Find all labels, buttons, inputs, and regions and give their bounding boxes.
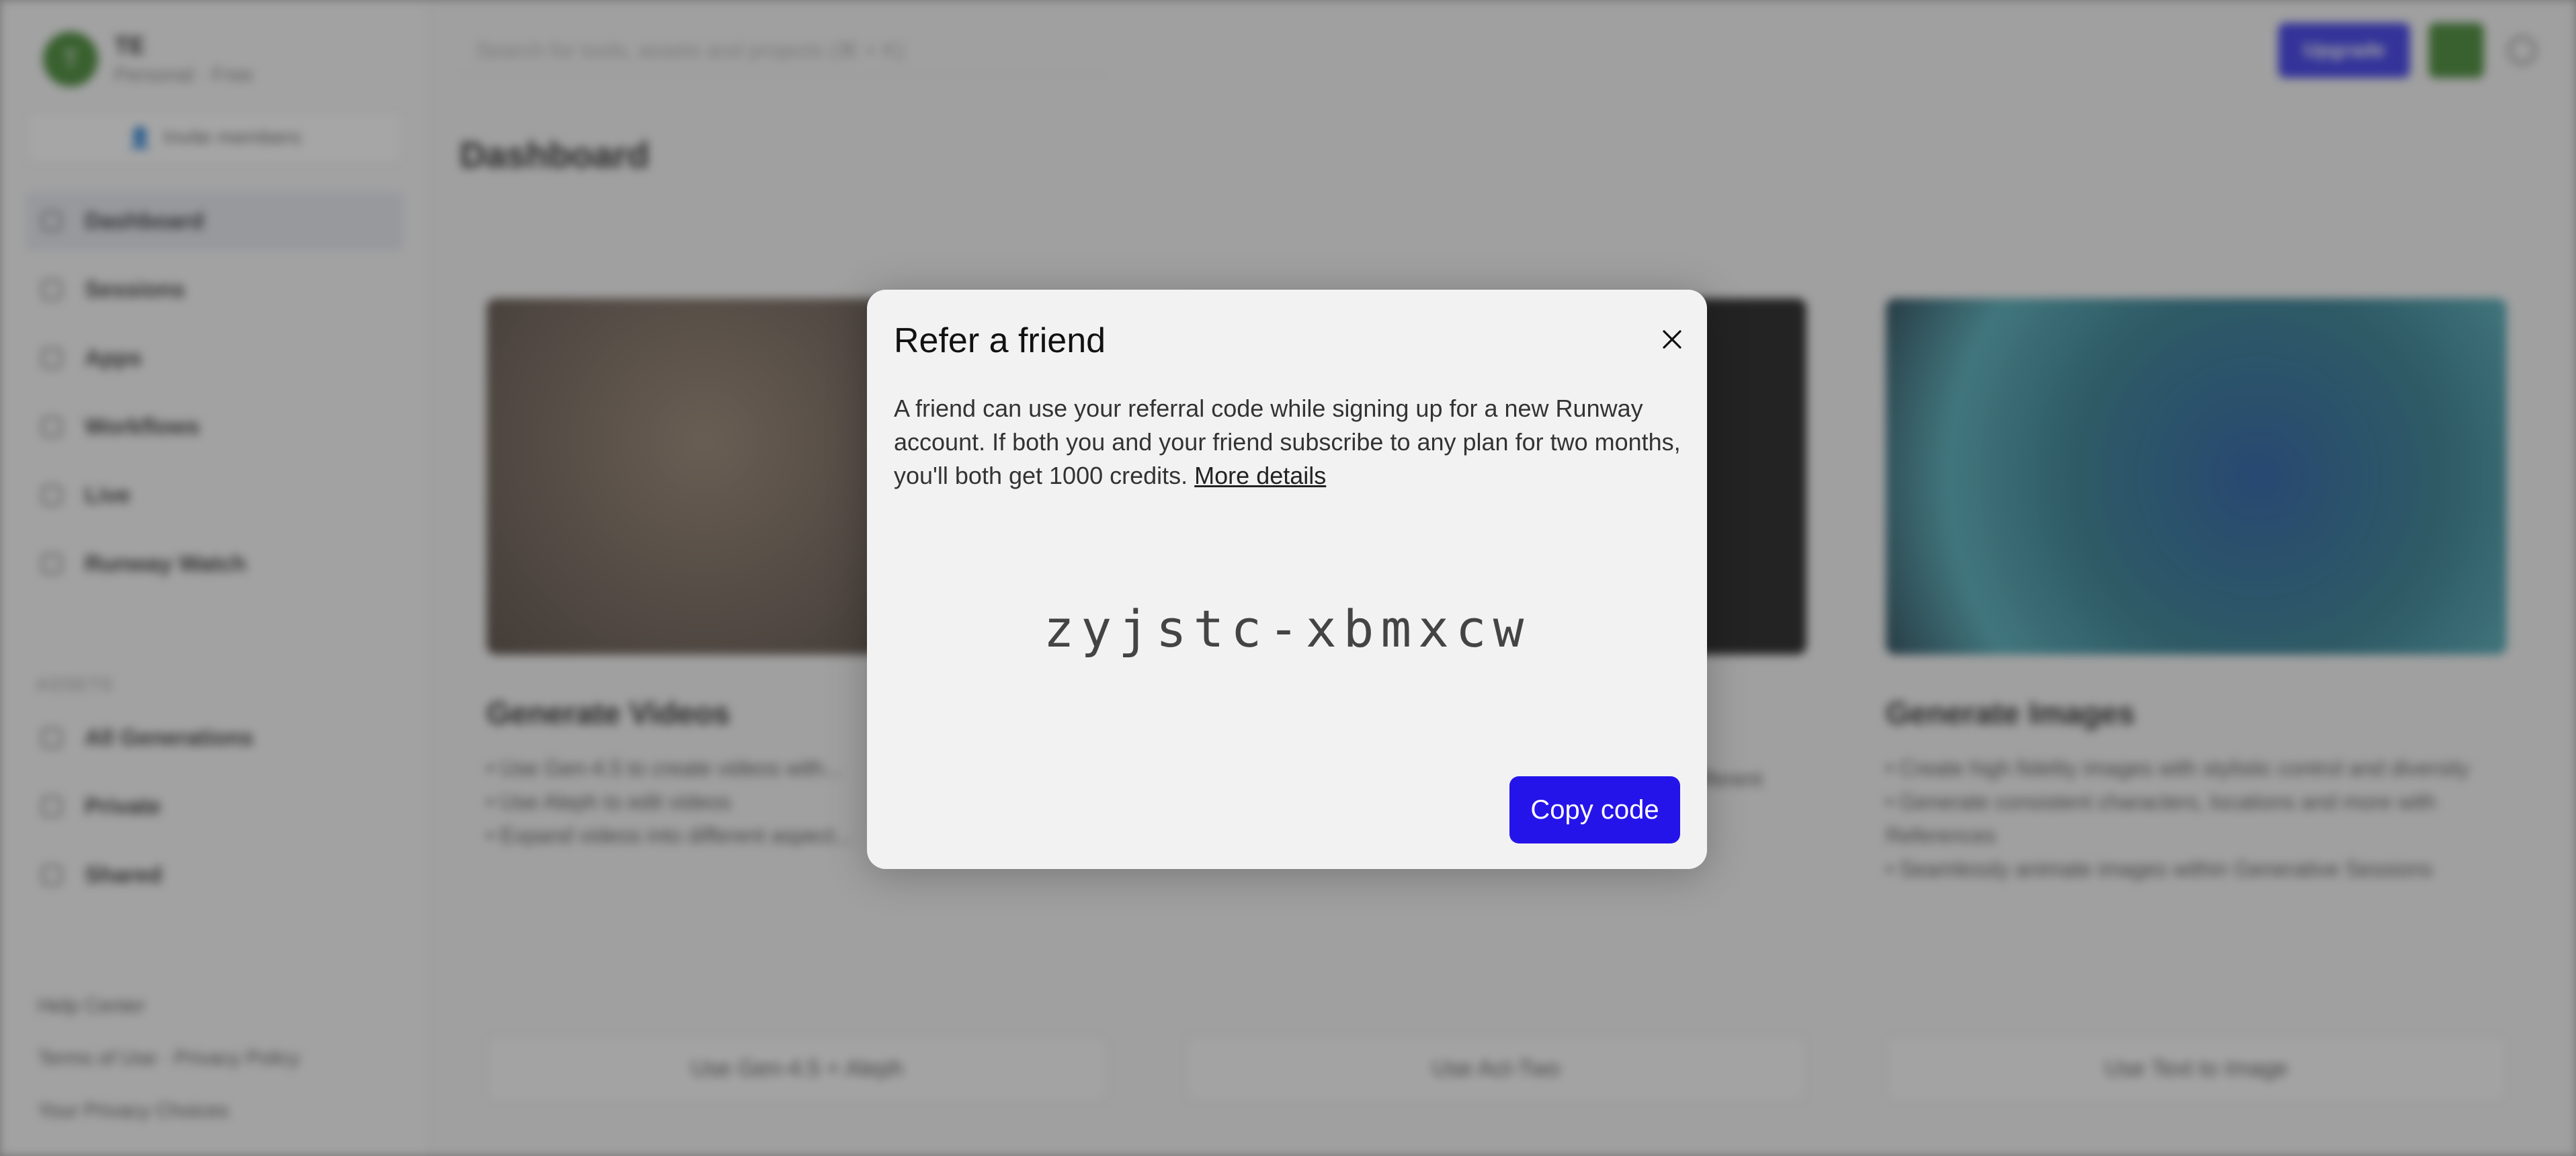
- close-x-glyph: [1663, 330, 1681, 349]
- close-icon[interactable]: [1652, 319, 1692, 360]
- copy-code-button[interactable]: Copy code: [1509, 776, 1680, 843]
- modal-description: A friend can use your referral code whil…: [894, 392, 1687, 493]
- more-details-link[interactable]: More details: [1194, 462, 1326, 489]
- refer-friend-modal: Refer a friend A friend can use your ref…: [867, 290, 1707, 869]
- referral-code: zyjstc-xbmxcw: [1043, 599, 1531, 659]
- modal-title: Refer a friend: [894, 321, 1106, 360]
